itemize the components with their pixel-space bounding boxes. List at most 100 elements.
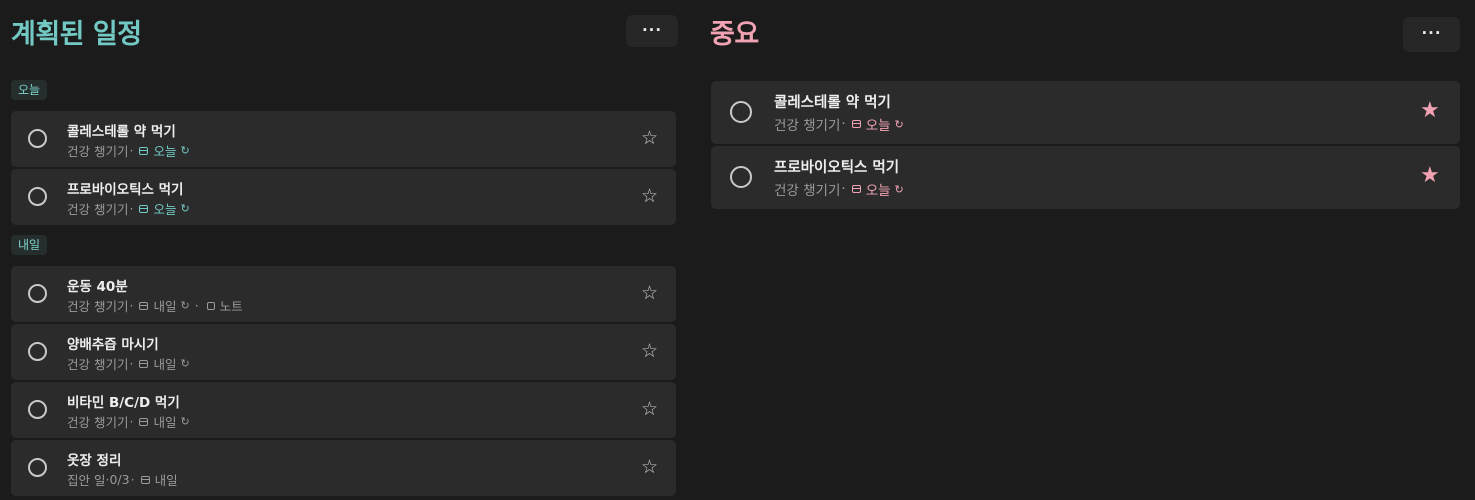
task-item[interactable]: 프로바이오틱스 먹기 건강 챙기기 · 오늘 ↻ ☆: [11, 169, 676, 225]
task-title: 운동 40분: [67, 279, 128, 295]
planned-title: 계획된 일정: [11, 19, 142, 50]
task-item[interactable]: 옷장 정리 집안 일 · 0/3 · 내일 ☆: [11, 440, 676, 496]
meta-separator: ·: [129, 356, 134, 371]
task-item[interactable]: 운동 40분 건강 챙기기 · 내일 ↻ · 노트 ☆: [11, 266, 676, 322]
task-item[interactable]: 콜레스테롤 약 먹기 건강 챙기기 · 오늘 ↻ ★: [711, 81, 1460, 144]
calendar-icon: [851, 120, 861, 128]
complete-checkbox[interactable]: [28, 284, 47, 303]
task-list-name: 건강 챙기기: [67, 415, 129, 430]
star-icon[interactable]: ☆: [641, 187, 658, 206]
due-date: 내일 ↻: [135, 412, 190, 431]
due-date-label: 오늘: [865, 118, 891, 134]
star-icon[interactable]: ☆: [641, 284, 658, 303]
star-icon[interactable]: ☆: [641, 400, 658, 419]
calendar-icon: [139, 417, 149, 426]
task-item[interactable]: 프로바이오틱스 먹기 건강 챙기기 · 오늘 ↻ ★: [711, 146, 1460, 209]
task-list-name: 건강 챙기기: [67, 144, 129, 159]
complete-checkbox[interactable]: [28, 187, 47, 206]
task-title: 프로바이오틱스 먹기: [67, 182, 184, 198]
meta-separator: ·: [841, 181, 846, 197]
task-meta: 건강 챙기기 · 오늘 ↻: [774, 179, 904, 199]
task-meta: 건강 챙기기 · 오늘 ↻: [67, 199, 190, 218]
star-filled-icon[interactable]: ★: [1420, 165, 1440, 187]
task-meta: 집안 일 · 0/3 · 내일: [67, 470, 178, 489]
due-date-label: 오늘: [153, 202, 177, 217]
due-date: 오늘 ↻: [848, 179, 904, 199]
task-list-name: 건강 챙기기: [774, 118, 841, 134]
app-root: 계획된 일정 ··· 오늘 콜레스테롤 약 먹기 건강 챙기기 · 오늘 ↻ ☆…: [0, 0, 1475, 500]
important-title: 중요: [710, 19, 759, 50]
note-icon: [206, 301, 215, 310]
meta-separator: ·: [129, 298, 134, 313]
task-list-name: 건강 챙기기: [774, 183, 841, 199]
repeat-icon: ↻: [894, 117, 904, 131]
complete-checkbox[interactable]: [730, 101, 752, 123]
task-title: 콜레스테롤 약 먹기: [67, 124, 176, 140]
repeat-icon: ↻: [180, 357, 190, 370]
complete-checkbox[interactable]: [28, 400, 47, 419]
task-meta: 건강 챙기기 · 내일 ↻: [67, 412, 190, 431]
due-date: 오늘 ↻: [848, 114, 904, 134]
due-date-label: 내일: [154, 473, 178, 488]
repeat-icon: ↻: [180, 202, 190, 215]
due-date: 내일 ↻: [135, 354, 190, 373]
task-meta: 건강 챙기기 · 오늘 ↻: [774, 114, 904, 134]
task-list-name: 집안 일: [67, 473, 106, 488]
repeat-icon: ↻: [894, 182, 904, 196]
due-date-label: 오늘: [865, 183, 891, 199]
star-icon[interactable]: ☆: [641, 458, 658, 477]
task-list-name: 건강 챙기기: [67, 357, 129, 372]
due-date-label: 내일: [153, 299, 177, 314]
meta-separator: ·: [130, 472, 135, 487]
meta-separator: ·: [841, 116, 846, 132]
star-filled-icon[interactable]: ★: [1420, 100, 1440, 122]
repeat-icon: ↻: [180, 299, 190, 312]
calendar-icon: [139, 146, 149, 155]
due-date: 내일 ↻: [135, 296, 190, 315]
note-label: 노트: [219, 299, 243, 314]
calendar-icon: [140, 475, 150, 484]
task-title: 비타민 B/C/D 먹기: [67, 395, 180, 411]
steps-progress: 0/3: [109, 472, 130, 487]
group-label-today[interactable]: 오늘: [11, 80, 48, 100]
calendar-icon: [139, 301, 149, 310]
star-icon[interactable]: ☆: [641, 342, 658, 361]
due-date-label: 오늘: [153, 144, 177, 159]
due-date: 오늘 ↻: [135, 199, 190, 218]
complete-checkbox[interactable]: [28, 458, 47, 477]
task-title: 프로바이오틱스 먹기: [774, 160, 900, 176]
important-more-button[interactable]: ···: [1403, 17, 1460, 52]
task-meta: 건강 챙기기 · 내일 ↻ · 노트: [67, 296, 243, 315]
task-list-name: 건강 챙기기: [67, 299, 129, 314]
star-icon[interactable]: ☆: [641, 129, 658, 148]
due-date-label: 내일: [153, 357, 177, 372]
complete-checkbox[interactable]: [730, 166, 752, 188]
due-date: 내일: [137, 470, 178, 489]
complete-checkbox[interactable]: [28, 129, 47, 148]
task-item[interactable]: 비타민 B/C/D 먹기 건강 챙기기 · 내일 ↻ ☆: [11, 382, 676, 438]
planned-more-button[interactable]: ···: [626, 15, 678, 47]
task-item[interactable]: 양배추즙 마시기 건강 챙기기 · 내일 ↻ ☆: [11, 324, 676, 380]
meta-separator: ·: [129, 414, 134, 429]
repeat-icon: ↻: [180, 415, 190, 428]
task-title: 콜레스테롤 약 먹기: [774, 95, 891, 111]
meta-separator: ·: [129, 201, 134, 216]
complete-checkbox[interactable]: [28, 342, 47, 361]
task-title: 양배추즙 마시기: [67, 337, 159, 353]
task-list-name: 건강 챙기기: [67, 202, 129, 217]
meta-separator: ·: [194, 298, 199, 313]
task-meta: 건강 챙기기 · 내일 ↻: [67, 354, 190, 373]
group-label-tomorrow[interactable]: 내일: [11, 235, 48, 255]
task-meta: 건강 챙기기 · 오늘 ↻: [67, 141, 190, 160]
meta-separator: ·: [129, 143, 134, 158]
calendar-icon: [139, 204, 149, 213]
repeat-icon: ↻: [180, 144, 190, 157]
important-panel: 중요 ··· 콜레스테롤 약 먹기 건강 챙기기 · 오늘 ↻ ★ 프로바이오틱…: [700, 0, 1475, 500]
calendar-icon: [851, 185, 861, 193]
task-title: 옷장 정리: [67, 453, 122, 469]
calendar-icon: [139, 359, 149, 368]
due-date: 오늘 ↻: [135, 141, 190, 160]
due-date-label: 내일: [153, 415, 177, 430]
task-item[interactable]: 콜레스테롤 약 먹기 건강 챙기기 · 오늘 ↻ ☆: [11, 111, 676, 167]
planned-panel: 계획된 일정 ··· 오늘 콜레스테롤 약 먹기 건강 챙기기 · 오늘 ↻ ☆…: [0, 0, 690, 500]
